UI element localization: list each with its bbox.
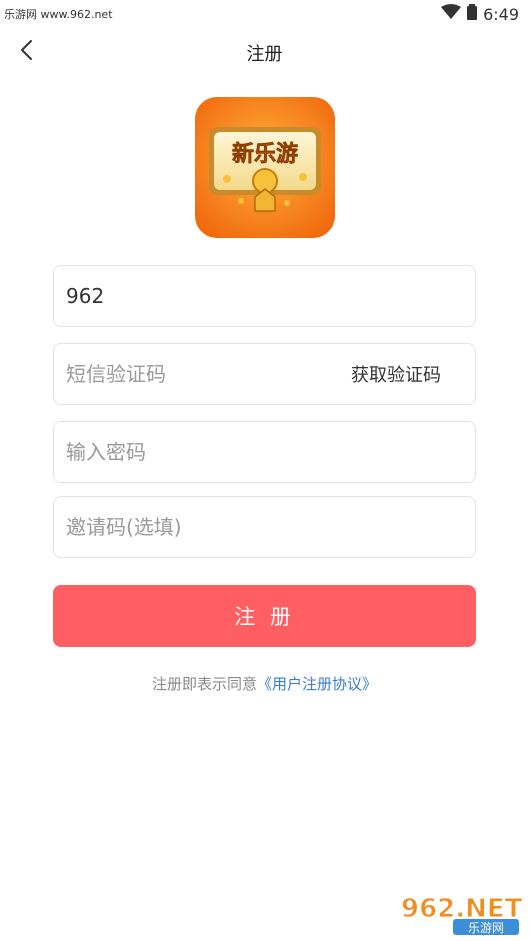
status-bar: 乐游网 www.962.net 6:49 (0, 0, 529, 30)
agreement-notice: 注册即表示同意《用户注册协议》 (0, 673, 529, 694)
invite-code-input[interactable] (66, 497, 461, 557)
app-logo: 新乐游 (195, 97, 335, 238)
sms-code-input[interactable] (66, 344, 336, 404)
password-input[interactable] (66, 422, 461, 482)
phone-field[interactable] (53, 265, 476, 327)
agreement-text: 注册即表示同意 (151, 675, 257, 693)
battery-icon (467, 4, 478, 24)
get-code-button[interactable]: 获取验证码 (351, 344, 441, 404)
status-site-label: 乐游网 www.962.net (4, 8, 113, 21)
phone-input[interactable] (66, 266, 461, 326)
status-time: 6:49 (483, 4, 519, 24)
page-title: 注册 (246, 44, 283, 65)
register-button[interactable]: 注 册 (53, 585, 476, 647)
wifi-icon (441, 4, 462, 24)
status-right: 6:49 (441, 4, 519, 24)
invite-code-field[interactable] (53, 496, 476, 558)
user-agreement-link[interactable]: 《用户注册协议》 (257, 675, 377, 693)
sms-code-field[interactable]: 获取验证码 (53, 343, 476, 405)
header: 注册 (0, 30, 529, 74)
watermark-logo: 962.NET 乐游网 (397, 889, 525, 937)
watermark-subtitle: 乐游网 (468, 921, 504, 935)
password-field[interactable] (53, 421, 476, 483)
logo-text: 新乐游 (232, 141, 298, 167)
